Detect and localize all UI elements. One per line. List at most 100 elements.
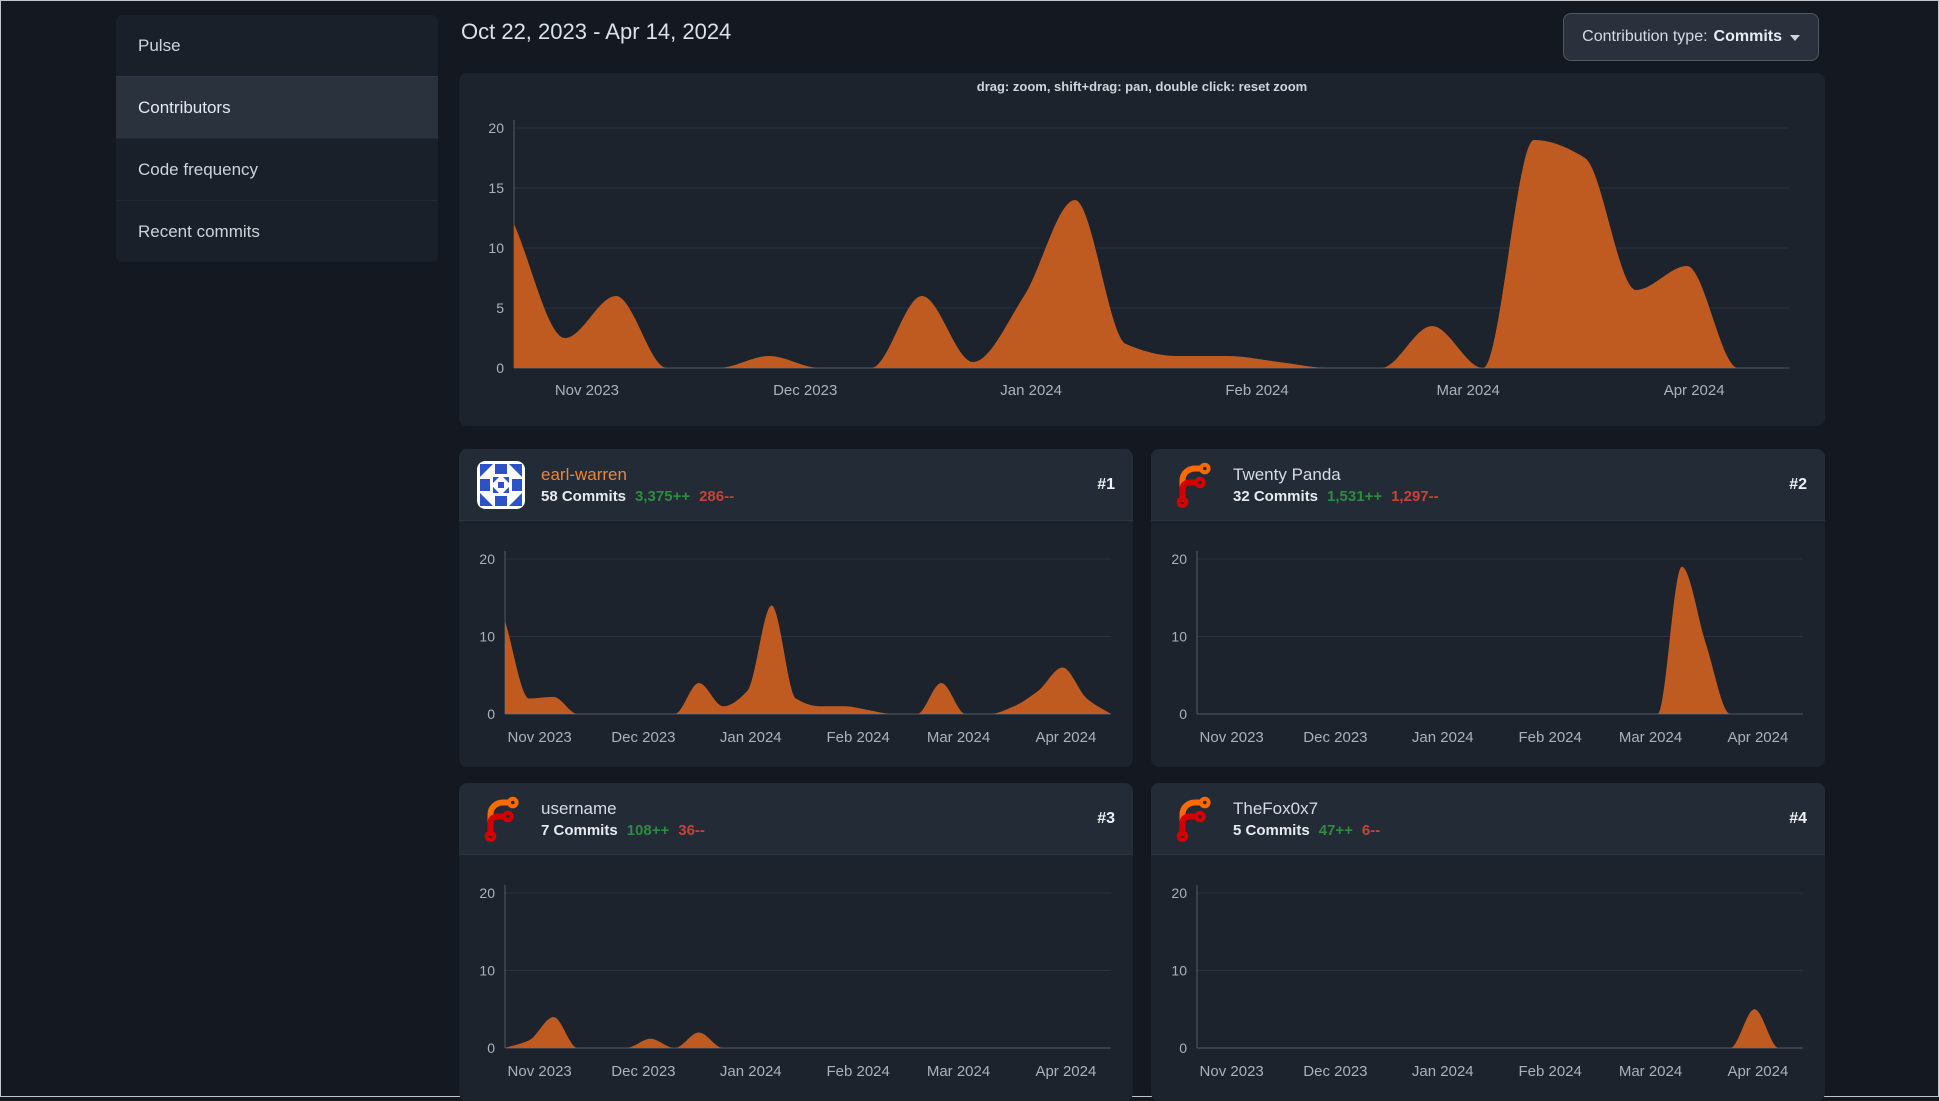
svg-text:Feb 2024: Feb 2024 xyxy=(1225,382,1288,399)
sidebar-item-contributors[interactable]: Contributors xyxy=(116,76,438,138)
contributor-commits-chart[interactable]: 0 10 20 Nov 2023 Dec 2023 Jan 2024 Feb 2024 Mar… xyxy=(459,521,1133,767)
rank-badge: #2 xyxy=(1789,475,1807,493)
deletions-count: 36-- xyxy=(678,821,705,839)
svg-text:Feb 2024: Feb 2024 xyxy=(826,1063,889,1080)
contributor-name: TheFox0x7 xyxy=(1233,798,1319,818)
svg-text:Nov 2023: Nov 2023 xyxy=(555,382,619,399)
svg-text:Feb 2024: Feb 2024 xyxy=(1518,729,1581,746)
commit-count: 32 Commits xyxy=(1233,487,1319,505)
commit-count: 5 Commits xyxy=(1233,821,1310,839)
additions-count: 108++ xyxy=(626,821,670,839)
deletions-count: 1,297-- xyxy=(1391,487,1439,505)
overview-chart-panel: drag: zoom, shift+drag: pan, double clic… xyxy=(459,73,1825,426)
svg-text:Nov 2023: Nov 2023 xyxy=(508,729,572,746)
svg-text:Nov 2023: Nov 2023 xyxy=(508,1063,572,1080)
svg-text:0: 0 xyxy=(487,1040,495,1056)
svg-text:Jan 2024: Jan 2024 xyxy=(1000,382,1062,399)
svg-text:Apr 2024: Apr 2024 xyxy=(1035,1063,1096,1080)
svg-text:10: 10 xyxy=(488,240,504,256)
contributor-name: username xyxy=(541,798,617,818)
svg-text:Apr 2024: Apr 2024 xyxy=(1035,729,1096,746)
date-range-heading: Oct 22, 2023 - Apr 14, 2024 xyxy=(461,19,732,44)
svg-text:Dec 2023: Dec 2023 xyxy=(611,729,675,746)
svg-text:10: 10 xyxy=(479,629,495,645)
contributor-commits-chart[interactable]: 0 10 20 Nov 2023 Dec 2023 Jan 2024 Feb 2024 Mar… xyxy=(1151,521,1825,767)
svg-text:20: 20 xyxy=(1171,885,1187,901)
svg-text:Jan 2024: Jan 2024 xyxy=(1412,729,1474,746)
svg-text:20: 20 xyxy=(479,885,495,901)
additions-count: 47++ xyxy=(1318,821,1353,839)
svg-text:Dec 2023: Dec 2023 xyxy=(773,382,837,399)
contributor-card-header: username 7 Commits 108++ 36-- #3 xyxy=(459,783,1133,855)
rank-badge: #1 xyxy=(1097,475,1115,493)
svg-text:0: 0 xyxy=(1179,706,1187,722)
svg-text:10: 10 xyxy=(479,963,495,979)
sidebar-item-pulse[interactable]: Pulse xyxy=(116,15,438,76)
svg-text:Jan 2024: Jan 2024 xyxy=(720,729,782,746)
svg-text:15: 15 xyxy=(488,180,504,196)
contributor-identity: earl-warren 58 Commits 3,375++ 286-- xyxy=(541,465,734,505)
svg-text:Mar 2024: Mar 2024 xyxy=(1437,382,1500,399)
identicon-avatar[interactable] xyxy=(477,460,525,509)
deletions-count: 6-- xyxy=(1361,821,1381,839)
contributor-stats: 32 Commits 1,531++ 1,297-- xyxy=(1233,488,1439,505)
commit-count: 58 Commits xyxy=(541,487,627,505)
forgejo-logo-avatar xyxy=(477,795,525,843)
rank-badge: #4 xyxy=(1789,809,1807,827)
contributor-card-header: earl-warren 58 Commits 3,375++ 286-- #1 xyxy=(459,449,1133,521)
svg-text:0: 0 xyxy=(1179,1040,1187,1056)
contributor-stats: 58 Commits 3,375++ 286-- xyxy=(541,488,734,505)
contribution-type-label: Contribution type: xyxy=(1582,28,1708,45)
svg-text:Apr 2024: Apr 2024 xyxy=(1664,382,1725,399)
contributor-name-link[interactable]: earl-warren xyxy=(541,465,734,485)
rank-badge: #3 xyxy=(1097,809,1115,827)
svg-text:Dec 2023: Dec 2023 xyxy=(1303,1063,1367,1080)
svg-text:Mar 2024: Mar 2024 xyxy=(1619,729,1682,746)
overview-commits-chart[interactable]: 0 5 10 15 20 Nov 2023 Dec 2023 Jan 2024 Feb 2024… xyxy=(459,95,1825,426)
contributor-stats: 7 Commits 108++ 36-- xyxy=(541,822,705,839)
chart-zoom-hint: drag: zoom, shift+drag: pan, double clic… xyxy=(976,79,1308,94)
contributor-name: Twenty Panda xyxy=(1233,464,1341,484)
svg-text:Feb 2024: Feb 2024 xyxy=(826,729,889,746)
forgejo-logo-avatar xyxy=(1169,461,1217,509)
svg-text:0: 0 xyxy=(487,706,495,722)
svg-text:20: 20 xyxy=(1171,551,1187,567)
contributor-card: Twenty Panda 32 Commits 1,531++ 1,297-- … xyxy=(1151,449,1825,767)
svg-text:20: 20 xyxy=(488,120,504,136)
additions-count: 3,375++ xyxy=(635,487,691,505)
forgejo-logo-avatar xyxy=(1169,795,1217,843)
svg-text:5: 5 xyxy=(496,300,504,316)
svg-text:Apr 2024: Apr 2024 xyxy=(1727,729,1788,746)
svg-text:Mar 2024: Mar 2024 xyxy=(927,729,990,746)
contributor-card-header: Twenty Panda 32 Commits 1,531++ 1,297-- … xyxy=(1151,449,1825,521)
contributor-card: TheFox0x7 5 Commits 47++ 6-- #4 0 10 20 Nov… xyxy=(1151,783,1825,1101)
svg-text:20: 20 xyxy=(479,551,495,567)
contribution-type-value: Commits xyxy=(1713,28,1782,45)
contributor-stats: 5 Commits 47++ 6-- xyxy=(1233,822,1380,839)
svg-text:Feb 2024: Feb 2024 xyxy=(1518,1063,1581,1080)
contribution-type-dropdown[interactable]: Contribution type: Commits xyxy=(1563,13,1819,61)
svg-text:Nov 2023: Nov 2023 xyxy=(1200,729,1264,746)
contributor-identity: TheFox0x7 5 Commits 47++ 6-- xyxy=(1233,799,1380,839)
sidebar-item-recent-commits[interactable]: Recent commits xyxy=(116,200,438,262)
svg-text:Mar 2024: Mar 2024 xyxy=(927,1063,990,1080)
sidebar-item-code-frequency[interactable]: Code frequency xyxy=(116,138,438,200)
svg-text:0: 0 xyxy=(496,360,504,376)
chevron-down-icon xyxy=(1790,34,1800,46)
svg-text:Jan 2024: Jan 2024 xyxy=(720,1063,782,1080)
additions-count: 1,531++ xyxy=(1327,487,1383,505)
contributor-commits-chart[interactable]: 0 10 20 Nov 2023 Dec 2023 Jan 2024 Feb 2024 Mar… xyxy=(1151,855,1825,1101)
svg-text:10: 10 xyxy=(1171,629,1187,645)
svg-text:Dec 2023: Dec 2023 xyxy=(611,1063,675,1080)
svg-text:10: 10 xyxy=(1171,963,1187,979)
contributor-card: username 7 Commits 108++ 36-- #3 0 10 20 No… xyxy=(459,783,1133,1101)
contributor-commits-chart[interactable]: 0 10 20 Nov 2023 Dec 2023 Jan 2024 Feb 2024 Mar… xyxy=(459,855,1133,1101)
svg-text:Apr 2024: Apr 2024 xyxy=(1727,1063,1788,1080)
repo-activity-sidebar: Pulse Contributors Code frequency Recent… xyxy=(116,15,438,262)
contributor-card: earl-warren 58 Commits 3,375++ 286-- #1 … xyxy=(459,449,1133,767)
svg-text:Jan 2024: Jan 2024 xyxy=(1412,1063,1474,1080)
contributor-identity: username 7 Commits 108++ 36-- xyxy=(541,799,705,839)
commit-count: 7 Commits xyxy=(541,821,618,839)
deletions-count: 286-- xyxy=(699,487,735,505)
svg-text:Nov 2023: Nov 2023 xyxy=(1200,1063,1264,1080)
